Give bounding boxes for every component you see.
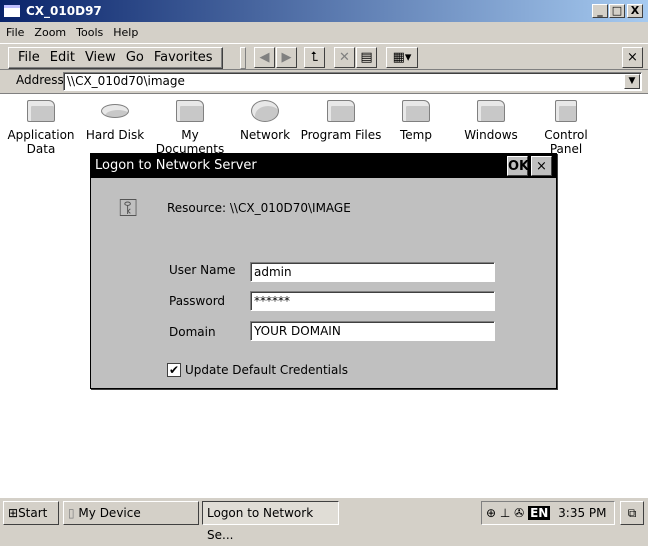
menu-zoom[interactable]: Zoom [34, 26, 66, 39]
menu-help[interactable]: Help [113, 26, 138, 39]
item-program-files[interactable]: Program Files [298, 94, 384, 142]
update-credentials-checkbox[interactable]: ✔ [167, 363, 181, 377]
taskbar: ⊞Start ▯ My Device Logon to Network Se..… [0, 497, 648, 542]
cmd-file[interactable]: File [18, 50, 40, 65]
user-name-label: User Name [169, 263, 236, 277]
cmd-favorites[interactable]: Favorites [154, 50, 213, 65]
window-icon [4, 5, 20, 17]
address-dropdown-icon[interactable]: ▼ [624, 74, 640, 89]
user-name-input[interactable]: admin [250, 262, 495, 282]
up-folder-icon[interactable]: ⮤ [304, 47, 325, 68]
domain-label: Domain [169, 325, 216, 339]
cmd-go[interactable]: Go [126, 50, 144, 65]
device-icon: ▯ [68, 506, 79, 520]
network-icon [251, 100, 279, 122]
desktop-icon[interactable]: ⧉ [620, 501, 644, 525]
ok-button[interactable]: OK [507, 156, 529, 176]
cmd-view[interactable]: View [85, 50, 116, 65]
properties-icon[interactable]: ▤ [356, 47, 377, 68]
start-icon: ⊞ [8, 506, 19, 520]
item-hard-disk[interactable]: Hard Disk [77, 94, 153, 142]
start-button[interactable]: ⊞Start [3, 501, 59, 525]
maximize-button[interactable]: □ [609, 4, 625, 18]
dialog-close-button[interactable]: × [531, 156, 552, 176]
folder-icon [176, 100, 204, 122]
command-bar: File Edit View Go Favorites [8, 47, 223, 69]
resource-text: Resource: \\CX_010D70\IMAGE [167, 201, 351, 215]
dialog-title-bar: Logon to Network Server OK × [91, 154, 556, 178]
item-windows[interactable]: Windows [453, 94, 529, 142]
address-label: Address [16, 73, 64, 87]
globe-icon[interactable]: ⊕ [486, 506, 496, 520]
password-input[interactable]: ****** [250, 291, 495, 311]
folder-icon [477, 100, 505, 122]
menu-file[interactable]: File [6, 26, 24, 39]
domain-input[interactable]: YOUR DOMAIN [250, 321, 495, 341]
window-title-bar: CX_010D97 _ □ X [0, 0, 648, 22]
folder-icon [327, 100, 355, 122]
key-icon: ⚿ [119, 194, 138, 222]
cmd-edit[interactable]: Edit [50, 50, 75, 65]
language-indicator[interactable]: EN [528, 506, 551, 520]
system-tray: ⊕ ⊥ ✇ EN 3:35 PM [481, 501, 615, 525]
logon-dialog: Logon to Network Server OK × ⚿ Resource:… [90, 153, 557, 389]
dialog-title: Logon to Network Server [95, 158, 257, 173]
item-temp[interactable]: Temp [378, 94, 454, 142]
menu-tools[interactable]: Tools [76, 26, 103, 39]
delete-icon[interactable]: ✕ [334, 47, 355, 68]
toolbar-close-button[interactable]: × [622, 47, 643, 68]
back-icon[interactable]: ◀ [254, 47, 275, 68]
item-control-panel[interactable]: Control Panel [528, 94, 604, 156]
forward-icon[interactable]: ▶ [276, 47, 297, 68]
close-button[interactable]: X [627, 4, 643, 18]
menu-bar: File Zoom Tools Help [0, 22, 648, 43]
view-icon[interactable]: ▦▾ [386, 47, 418, 68]
toolbar: File Edit View Go Favorites ◀ ▶ ⮤ ✕ ▤ ▦▾ × [0, 43, 648, 70]
connection-icon[interactable]: ✇ [514, 506, 524, 520]
folder-icon [27, 100, 55, 122]
address-bar: Address \\CX_010d70\image ▼ [0, 70, 648, 93]
task-my-device[interactable]: ▯ My Device [63, 501, 199, 525]
task-logon[interactable]: Logon to Network Se... [202, 501, 339, 542]
address-input[interactable]: \\CX_010d70\image [63, 72, 642, 91]
hard-disk-icon [101, 104, 129, 118]
window-title: CX_010D97 [26, 4, 102, 18]
control-panel-icon [555, 100, 577, 122]
folder-icon [402, 100, 430, 122]
item-my-documents[interactable]: My Documents [152, 94, 228, 156]
minimize-button[interactable]: _ [592, 4, 608, 18]
password-label: Password [169, 294, 226, 308]
update-credentials-label[interactable]: Update Default Credentials [185, 361, 348, 379]
toolbar-grip[interactable] [240, 47, 246, 69]
item-application-data[interactable]: Application Data [3, 94, 79, 156]
item-network[interactable]: Network [227, 94, 303, 142]
network-tray-icon[interactable]: ⊥ [500, 506, 510, 520]
clock[interactable]: 3:35 PM [558, 506, 606, 520]
